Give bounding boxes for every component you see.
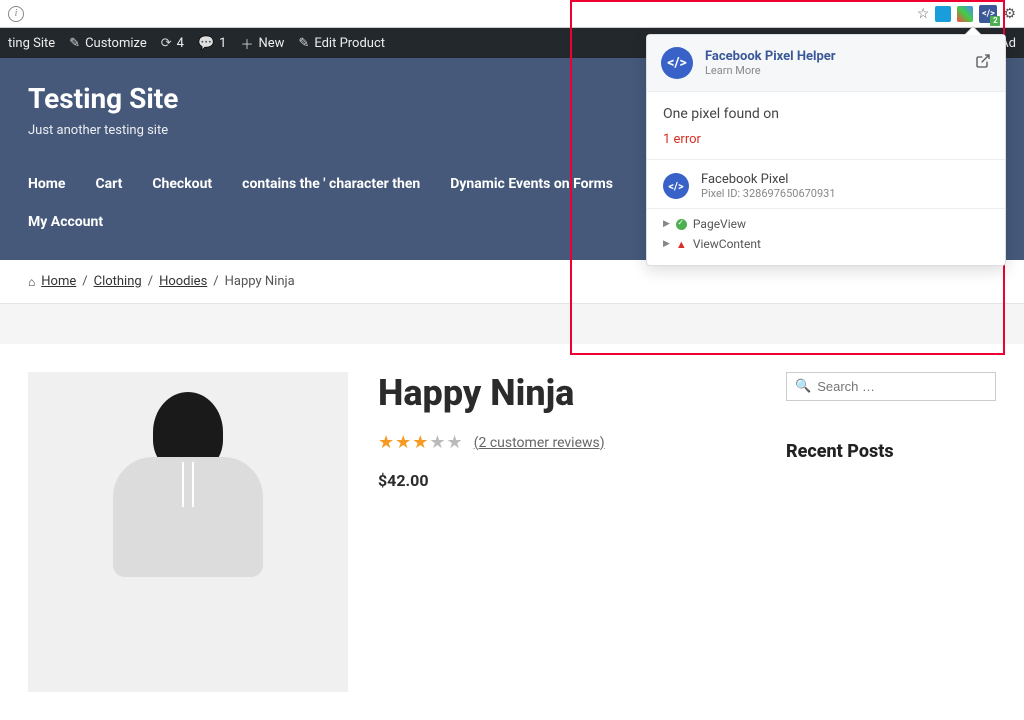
product-image[interactable]	[28, 372, 348, 692]
error-count: 1 error	[663, 132, 989, 147]
pixel-id: Pixel ID: 328697650670931	[701, 187, 836, 200]
facebook-pixel-extension-icon[interactable]: </>2	[979, 5, 997, 23]
admin-customize-label: Customize	[85, 36, 147, 51]
product-title: Happy Ninja	[378, 372, 756, 414]
status-warn-icon: ▲	[676, 238, 687, 251]
admin-new-label: New	[258, 36, 284, 51]
home-icon: ⌂	[28, 275, 35, 289]
pixel-label: Facebook Pixel	[701, 172, 836, 187]
plus-icon: ＋	[240, 34, 253, 53]
breadcrumb-sep: /	[148, 274, 153, 289]
extension-icon[interactable]	[957, 6, 973, 22]
nav-dynamic-events[interactable]: Dynamic Events on Forms	[450, 176, 613, 192]
search-box[interactable]: 🔍	[786, 372, 996, 401]
facebook-pixel-logo-icon: </>	[663, 173, 689, 199]
product-rating: ★★★★★ (2 customer reviews)	[378, 432, 756, 453]
hoodie-illustration	[108, 392, 268, 612]
nav-my-account[interactable]: My Account	[28, 214, 103, 230]
pixel-badge-count: 2	[990, 16, 1000, 26]
pencil-icon: ✎	[298, 36, 309, 51]
status-ok-icon	[676, 219, 687, 230]
admin-site-link[interactable]: ting Site	[8, 36, 55, 51]
browser-menu-icon[interactable]: ⚙	[1003, 6, 1016, 22]
admin-site-label: ting Site	[8, 36, 55, 51]
admin-edit-label: Edit Product	[314, 36, 385, 51]
bookmark-star-icon[interactable]: ☆	[917, 6, 930, 22]
nav-checkout[interactable]: Checkout	[152, 176, 212, 192]
pixel-helper-popup: </> Facebook Pixel Helper Learn More One…	[646, 34, 1006, 266]
product-info: Happy Ninja ★★★★★ (2 customer reviews) $…	[378, 372, 756, 692]
expand-triangle-icon[interactable]: ▶	[663, 219, 670, 229]
event-row[interactable]: ▶ PageView	[663, 217, 989, 231]
nav-home[interactable]: Home	[28, 176, 65, 192]
event-name: ViewContent	[693, 237, 761, 251]
brush-icon: ✎	[69, 36, 80, 51]
breadcrumb: ⌂ Home / Clothing / Hoodies / Happy Ninj…	[0, 260, 1024, 304]
popup-caret-icon	[965, 27, 981, 35]
breadcrumb-sep: /	[82, 274, 87, 289]
admin-new[interactable]: ＋ New	[240, 34, 284, 53]
admin-comments-count: 1	[219, 36, 226, 51]
search-icon: 🔍	[795, 379, 811, 394]
admin-comments[interactable]: 💬1	[198, 36, 227, 51]
browser-address-bar: i ☆ </>2 ⚙	[0, 0, 1024, 28]
admin-updates[interactable]: ⟳4	[161, 36, 184, 51]
popup-header: </> Facebook Pixel Helper Learn More	[647, 35, 1005, 92]
expand-triangle-icon[interactable]: ▶	[663, 239, 670, 249]
nav-contains[interactable]: contains the ' character then	[242, 176, 420, 192]
search-input[interactable]	[817, 379, 993, 394]
open-external-icon[interactable]	[975, 53, 991, 73]
breadcrumb-sep: /	[213, 274, 218, 289]
admin-updates-count: 4	[177, 36, 184, 51]
browser-extensions: ☆ </>2 ⚙	[917, 5, 1016, 23]
breadcrumb-hoodies[interactable]: Hoodies	[159, 274, 207, 289]
refresh-icon: ⟳	[161, 36, 172, 51]
event-row[interactable]: ▶ ▲ ViewContent	[663, 237, 989, 251]
breadcrumb-current: Happy Ninja	[225, 274, 295, 289]
comment-icon: 💬	[198, 36, 214, 51]
nav-cart[interactable]: Cart	[95, 176, 122, 192]
facebook-pixel-logo-icon: </>	[661, 47, 693, 79]
product-price: $42.00	[378, 471, 756, 490]
star-icons: ★★★★★	[378, 432, 464, 453]
popup-title: Facebook Pixel Helper	[705, 49, 836, 64]
site-info-icon[interactable]: i	[8, 6, 24, 22]
admin-customize[interactable]: ✎ Customize	[69, 36, 147, 51]
pixels-found-text: One pixel found on	[663, 106, 989, 122]
pixel-events-list: ▶ PageView ▶ ▲ ViewContent	[647, 209, 1005, 265]
extension-icon[interactable]	[935, 6, 951, 22]
recent-posts-heading: Recent Posts	[786, 441, 996, 462]
admin-edit-product[interactable]: ✎ Edit Product	[298, 36, 385, 51]
event-name: PageView	[693, 217, 746, 231]
product-page: Happy Ninja ★★★★★ (2 customer reviews) $…	[0, 344, 1024, 720]
popup-summary: One pixel found on 1 error	[647, 92, 1005, 160]
reviews-link[interactable]: (2 customer reviews)	[474, 435, 605, 451]
breadcrumb-clothing[interactable]: Clothing	[94, 274, 142, 289]
sidebar: 🔍 Recent Posts	[786, 372, 996, 692]
pixel-entry[interactable]: </> Facebook Pixel Pixel ID: 32869765067…	[647, 160, 1005, 209]
breadcrumb-home[interactable]: Home	[41, 274, 76, 289]
learn-more-link[interactable]: Learn More	[705, 64, 836, 77]
